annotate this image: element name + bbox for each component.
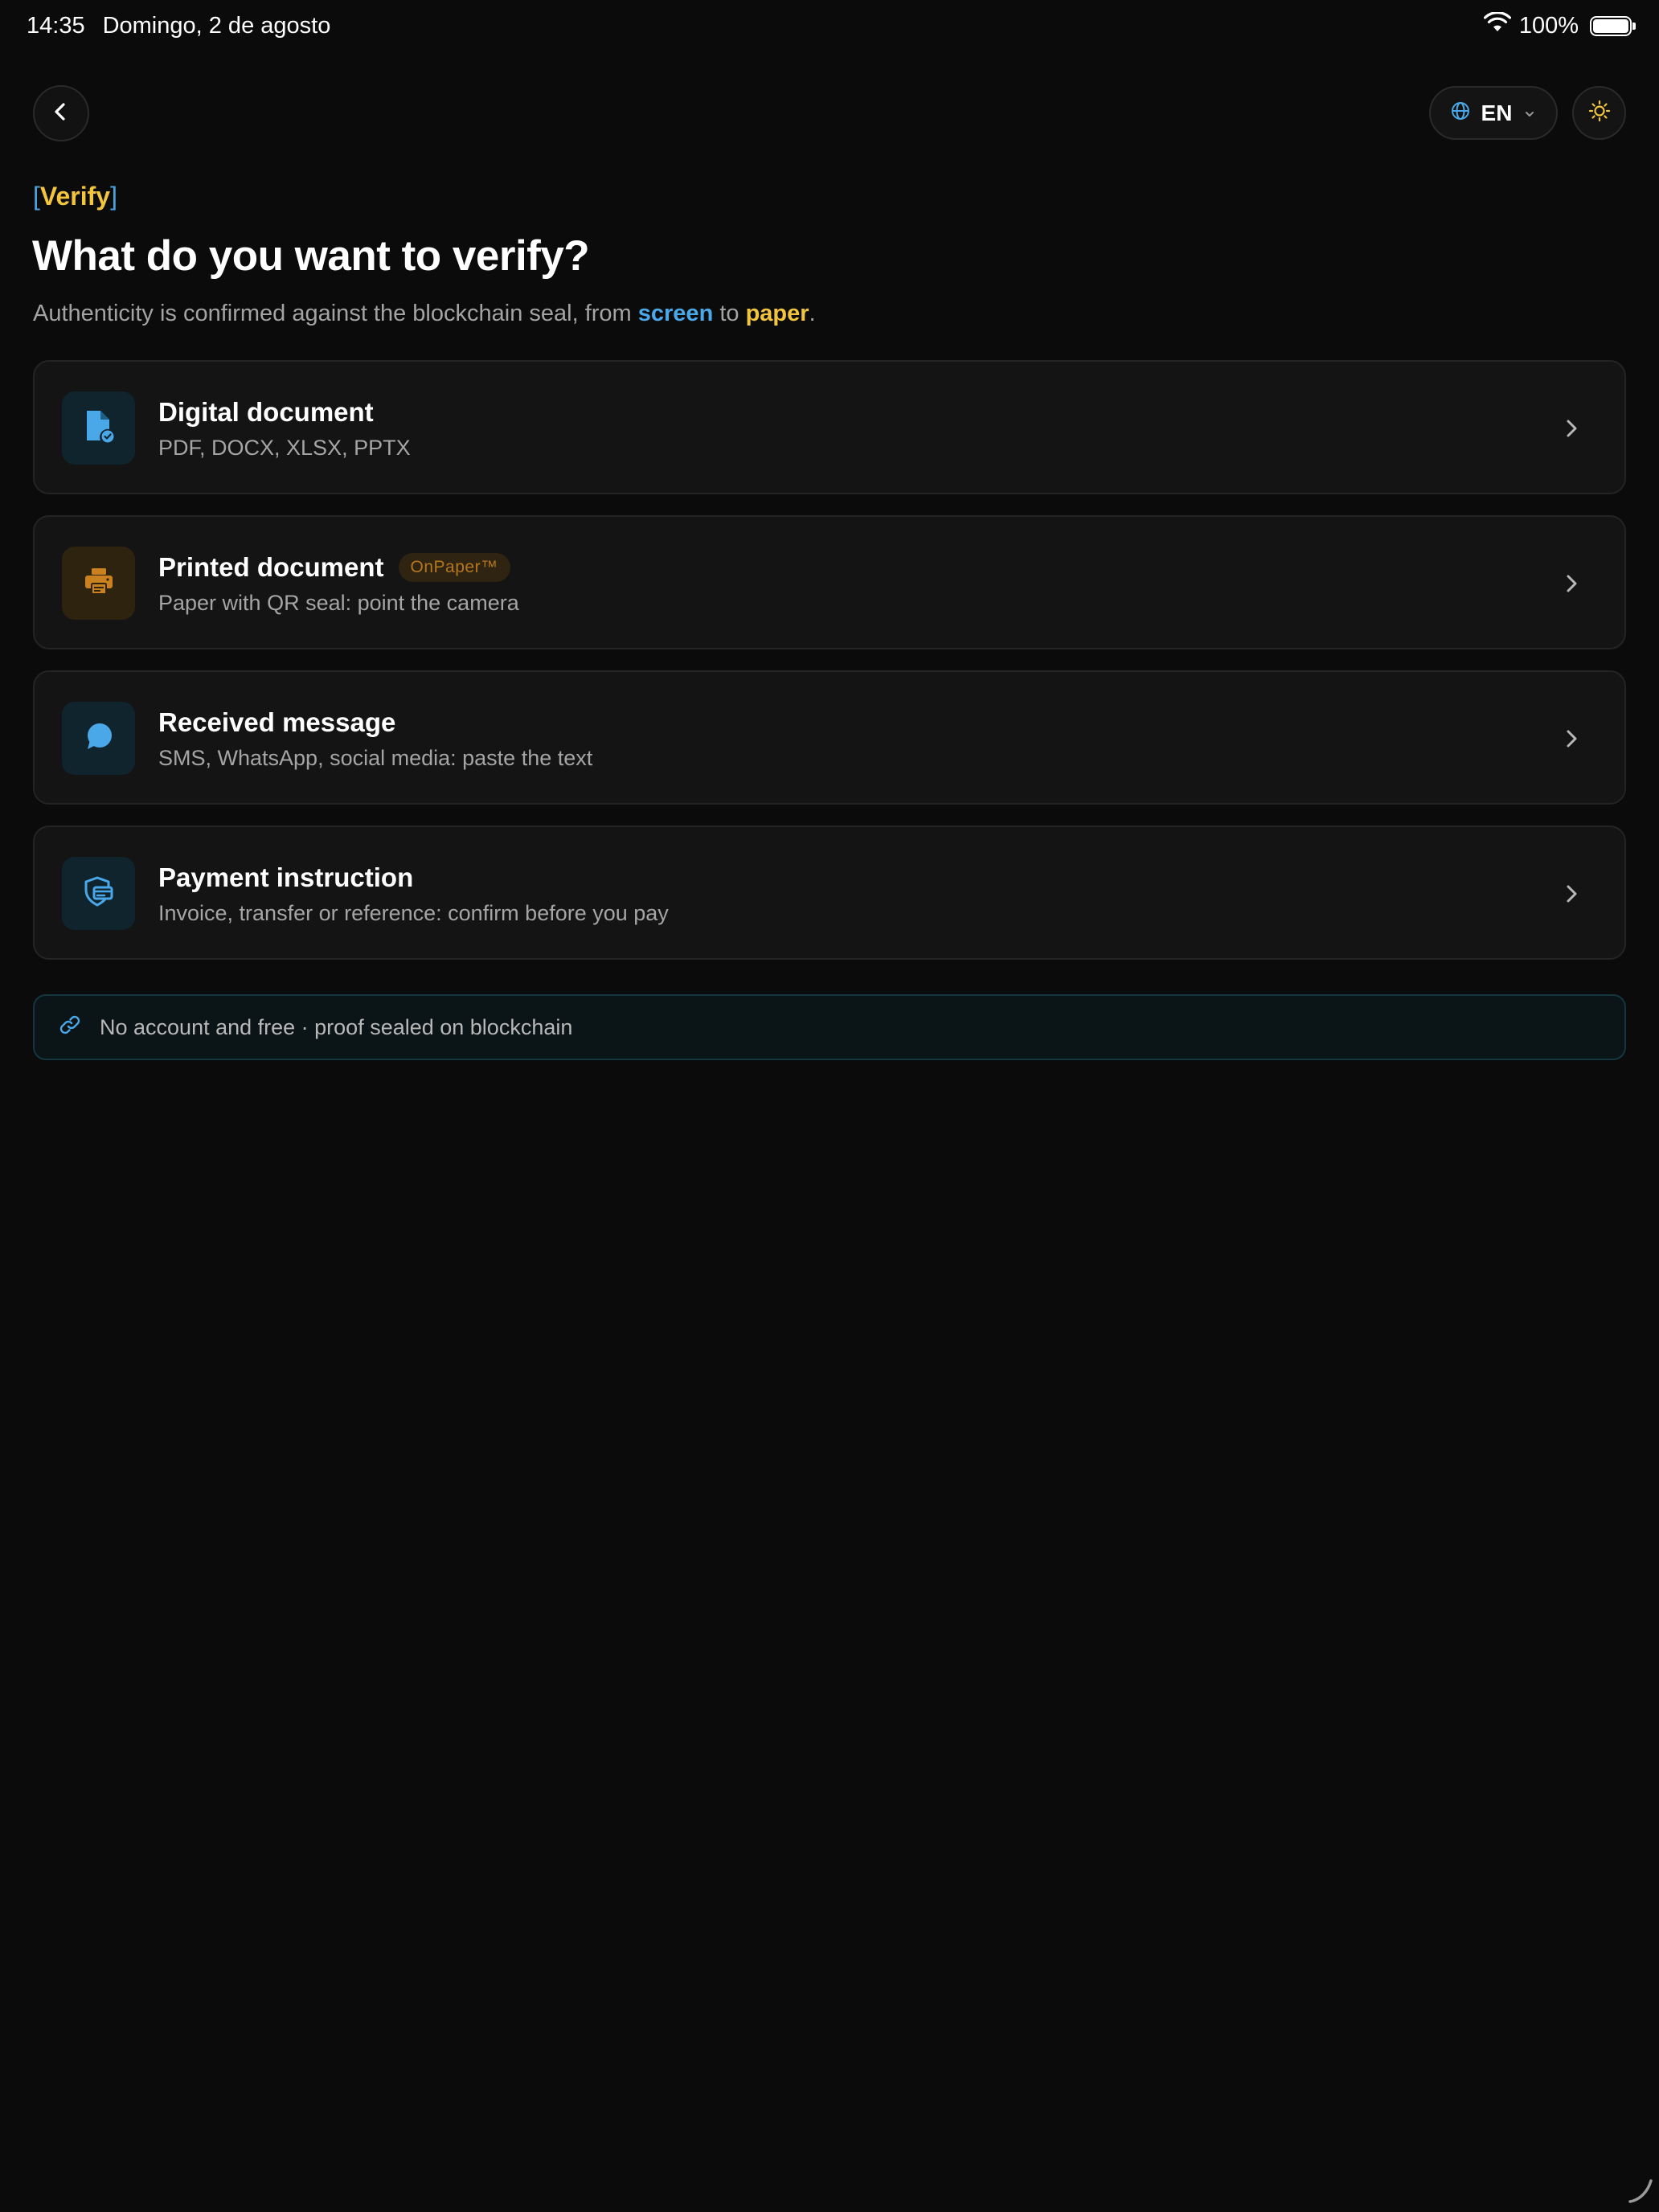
globe-icon [1451,100,1470,126]
option-icon-container [62,702,135,775]
resize-handle-icon [1627,2177,1654,2209]
battery-percent: 100% [1518,12,1579,39]
option-subtitle: PDF, DOCX, XLSX, PPTX [158,436,411,460]
chevron-right-icon [1557,414,1586,443]
page-title: What do you want to verify? [32,232,590,280]
option-title: Printed document OnPaper™ [158,552,510,583]
option-icon-container [62,857,135,930]
option-payment-instruction[interactable]: Payment instruction Invoice, transfer or… [33,825,1626,960]
subtitle-prefix: Authenticity is confirmed against the bl… [33,301,638,326]
battery-icon [1590,15,1636,36]
onpaper-badge: OnPaper™ [398,553,510,582]
chevron-left-icon [51,101,72,126]
eyebrow-label: Verify [39,182,111,211]
file-check-icon [83,408,115,448]
subtitle-end: . [809,301,816,326]
eyebrow-bracket-open: [ [33,182,40,211]
subtitle-screen: screen [637,301,714,326]
option-subtitle: SMS, WhatsApp, social media: paste the t… [158,746,593,770]
sun-icon [1588,100,1611,126]
printer-icon [83,565,115,601]
chat-bubble-icon [83,720,115,756]
option-subtitle: Invoice, transfer or reference: confirm … [158,901,669,925]
info-banner: No account and free · proof sealed on bl… [33,994,1626,1060]
wifi-icon [1483,11,1511,39]
option-title-text: Digital document [158,397,374,427]
info-banner-text: No account and free · proof sealed on bl… [100,1014,573,1039]
option-title: Payment instruction [158,862,413,893]
language-selector[interactable]: EN [1429,86,1558,140]
option-title-text: Received message [158,707,396,737]
back-button[interactable] [33,85,89,141]
status-time: 14:35 [27,12,85,39]
chevron-down-icon [1523,100,1536,126]
status-date: Domingo, 2 de agosto [102,12,331,39]
option-title: Received message [158,707,395,738]
chevron-right-icon [1557,879,1586,908]
option-icon-container [62,391,135,465]
option-subtitle: Paper with QR seal: point the camera [158,591,519,615]
status-right: 100% [1483,11,1636,39]
status-left: 14:35 Domingo, 2 de agosto [27,13,330,39]
verify-screen: 14:35 Domingo, 2 de agosto 100% EN [Veri… [0,0,1659,2212]
subtitle-paper: paper [745,301,809,326]
battery-fill [1593,18,1628,33]
language-code: EN [1481,100,1513,125]
shield-card-icon [82,875,116,912]
theme-toggle-button[interactable] [1572,86,1626,140]
option-title: Digital document [158,397,374,428]
option-digital-document[interactable]: Digital document PDF, DOCX, XLSX, PPTX [33,360,1626,494]
option-icon-container [62,547,135,620]
page-subtitle: Authenticity is confirmed against the bl… [33,301,816,327]
link-icon [58,1013,82,1043]
option-received-message[interactable]: Received message SMS, WhatsApp, social m… [33,670,1626,805]
chevron-right-icon [1557,724,1586,753]
section-eyebrow: [Verify] [33,182,117,211]
option-title-text: Payment instruction [158,862,414,892]
eyebrow-bracket-close: ] [110,182,117,211]
subtitle-middle: to [713,301,746,326]
option-printed-document[interactable]: Printed document OnPaper™ Paper with QR … [33,515,1626,649]
status-bar: 14:35 Domingo, 2 de agosto 100% [0,0,1659,51]
option-title-text: Printed document [158,552,384,582]
chevron-right-icon [1557,569,1586,598]
